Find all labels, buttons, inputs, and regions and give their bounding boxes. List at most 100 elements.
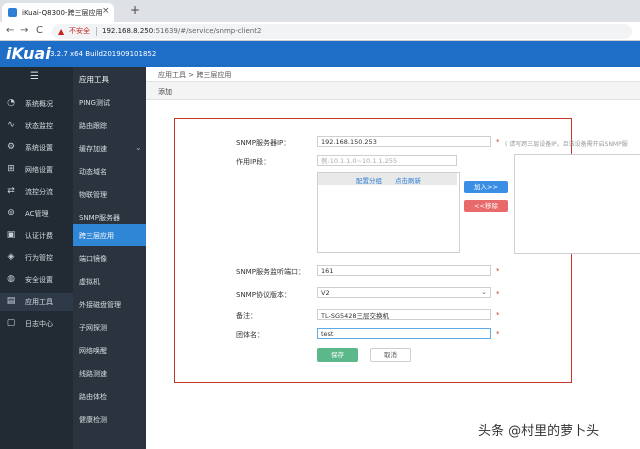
community-input[interactable]	[317, 328, 491, 339]
breadcrumb: 应用工具 > 跨三层应用	[158, 71, 232, 79]
remark-label: 备注：	[236, 312, 257, 320]
subnav-item-traceroute[interactable]: 路由跟踪	[73, 114, 146, 136]
sidebar-item-security-settings[interactable]: ◍ 安全设置	[0, 271, 73, 289]
add-form: SNMP服务器IP： * ( 请写跨三层设备IP，且该设备需开启SNMP服 作用…	[174, 118, 640, 383]
required-mark: *	[496, 311, 500, 319]
subnav-item-ddns[interactable]: 动态域名	[73, 160, 146, 182]
browser-address-bar: ← → C ▲ 不安全 192.168.8.250:51639/#/servic…	[0, 22, 640, 41]
subnav-item-vm[interactable]: 虚拟机	[73, 270, 146, 292]
subnav-item-label: 外接磁盘管理	[79, 301, 121, 309]
menu-toggle-icon[interactable]: ☰	[30, 72, 39, 82]
chevron-down-icon: ⌄	[481, 288, 487, 296]
gear-icon: ⚙	[6, 142, 16, 152]
version-label: 3.2.7 x64 Build201909101852	[50, 50, 157, 58]
subnav-item-label: 动态域名	[79, 168, 107, 176]
browser-tab[interactable]: iKuai-Q8300-跨三层应用 ×	[2, 3, 114, 22]
required-mark: *	[496, 290, 500, 298]
subnav-item-label: 线路测速	[79, 370, 107, 378]
sidebar-item-auth-billing[interactable]: ▣ 认证计费	[0, 227, 73, 245]
shield-icon: ◈	[7, 252, 15, 262]
snmp-version-select[interactable]: V2 ⌄	[317, 287, 491, 298]
version-label: SNMP协议版本：	[236, 291, 291, 299]
new-tab-icon[interactable]: +	[130, 4, 140, 16]
toolbox-icon: ▤	[6, 296, 16, 306]
subnav-item-label: 网络唤醒	[79, 347, 107, 355]
network-icon: ⊞	[7, 164, 15, 174]
sidebar-item-label: 应用工具	[25, 298, 53, 306]
subnav-item-wol[interactable]: 网络唤醒	[73, 339, 146, 361]
remove-from-list-button[interactable]: <<移除	[464, 200, 508, 212]
add-tab[interactable]: 添加	[158, 87, 172, 97]
subnav-item-label: 健康检测	[79, 416, 107, 424]
sidebar-item-label: 安全设置	[25, 276, 53, 284]
subnav-item-label: 路由跟踪	[79, 122, 107, 130]
subnav-item-label: 缓存加速	[79, 145, 107, 153]
reload-icon[interactable]: C	[36, 24, 43, 38]
sidebar-item-behavior-control[interactable]: ◈ 行为管控	[0, 249, 73, 267]
forward-icon[interactable]: →	[20, 24, 28, 38]
browser-tab-title: iKuai-Q8300-跨三层应用	[22, 9, 103, 17]
tab-close-icon[interactable]: ×	[102, 6, 110, 16]
subnav-item-route-check[interactable]: 路由体检	[73, 385, 146, 407]
sidebar-item-log-center[interactable]: ▢ 日志中心	[0, 315, 73, 333]
required-mark: *	[496, 138, 500, 146]
port-label: SNMP服务监听端口：	[236, 268, 305, 276]
action-bar: 添加	[146, 82, 640, 100]
sidebar-item-label: 行为管控	[25, 254, 53, 262]
sidebar-item-label: 认证计费	[25, 232, 53, 240]
id-card-icon: ▣	[6, 230, 16, 240]
wifi-icon: ⊚	[7, 208, 15, 218]
subnav-item-label: 跨三层应用	[79, 232, 114, 240]
sidebar-item-app-tools[interactable]: ▤ 应用工具	[0, 293, 73, 311]
primary-sidebar: ☰ ◔ 系统概况 ∿ 状态监控 ⚙ 系统设置 ⊞ 网络设置 ⇄ 流控分流 ⊚ AC管理 ▣ 认…	[0, 67, 73, 449]
flow-icon: ⇄	[7, 186, 15, 196]
port-input[interactable]	[317, 265, 491, 276]
sidebar-item-label: 日志中心	[25, 320, 53, 328]
save-button[interactable]: 保存	[317, 348, 358, 362]
subnav-item-health-check[interactable]: 健康检测	[73, 408, 146, 430]
add-to-list-button[interactable]: 加入>>	[464, 181, 508, 193]
required-mark: *	[496, 267, 500, 275]
monitor-wave-icon: ∿	[7, 120, 15, 130]
url-host: 192.168.8.250	[102, 27, 154, 35]
subnav-item-subnet-probe[interactable]: 子网探测	[73, 316, 146, 338]
subnav-item-cross-layer3[interactable]: 跨三层应用	[73, 224, 146, 246]
selected-list-box[interactable]	[514, 154, 640, 254]
snmp-server-ip-label: SNMP服务器IP：	[236, 139, 291, 147]
cancel-button[interactable]: 取消	[370, 348, 411, 362]
sidebar-item-label: 网络设置	[25, 166, 53, 174]
warning-icon: ▲	[58, 27, 65, 36]
secondary-sidebar: 应用工具 ⌄ PING测试 路由跟踪 缓存加速 动态域名 物联管理 SNMP服务…	[73, 67, 146, 449]
app-header: iKuai 3.2.7 x64 Build201909101852	[0, 41, 640, 67]
subnav-item-cache[interactable]: 缓存加速	[73, 137, 146, 159]
group-list-header: 配置分组 点击刷新	[318, 173, 457, 185]
dashboard-icon: ◔	[7, 98, 15, 108]
sidebar-item-system-settings[interactable]: ⚙ 系统设置	[0, 139, 73, 157]
watermark: 头条 @村里的萝卜头	[478, 424, 600, 439]
sidebar-item-network-settings[interactable]: ⊞ 网络设置	[0, 161, 73, 179]
refresh-link[interactable]: 点击刷新	[395, 175, 421, 185]
subnav-item-label: 端口镜像	[79, 255, 107, 263]
subnav-item-label: 虚拟机	[79, 278, 100, 286]
subnav-item-ping[interactable]: PING测试	[73, 91, 146, 113]
sidebar-item-label: 状态监控	[25, 122, 53, 130]
subnav-item-iot[interactable]: 物联管理	[73, 183, 146, 205]
subnav-item-label: 子网探测	[79, 324, 107, 332]
log-icon: ▢	[6, 318, 16, 328]
group-list-box[interactable]: 配置分组 点击刷新	[317, 172, 460, 253]
browser-tab-bar: iKuai-Q8300-跨三层应用 × +	[0, 0, 640, 22]
scope-input[interactable]	[317, 155, 457, 166]
snmp-server-ip-input[interactable]	[317, 136, 491, 147]
subnav-item-speedtest[interactable]: 线路测速	[73, 362, 146, 384]
ikuai-logo: iKuai	[6, 44, 51, 63]
sidebar-item-status-monitor[interactable]: ∿ 状态监控	[0, 117, 73, 135]
sidebar-item-system-overview[interactable]: ◔ 系统概况	[0, 95, 73, 113]
url-omnibox[interactable]: ▲ 不安全 192.168.8.250:51639/#/service/snmp…	[52, 24, 632, 39]
config-group-link[interactable]: 配置分组	[356, 175, 382, 185]
sidebar-item-ac-management[interactable]: ⊚ AC管理	[0, 205, 73, 223]
remark-input[interactable]	[317, 309, 491, 320]
subnav-item-disk[interactable]: 外接磁盘管理	[73, 293, 146, 315]
sidebar-item-flow-control[interactable]: ⇄ 流控分流	[0, 183, 73, 201]
back-icon[interactable]: ←	[6, 24, 14, 38]
subnav-item-port-mirror[interactable]: 端口镜像	[73, 247, 146, 269]
